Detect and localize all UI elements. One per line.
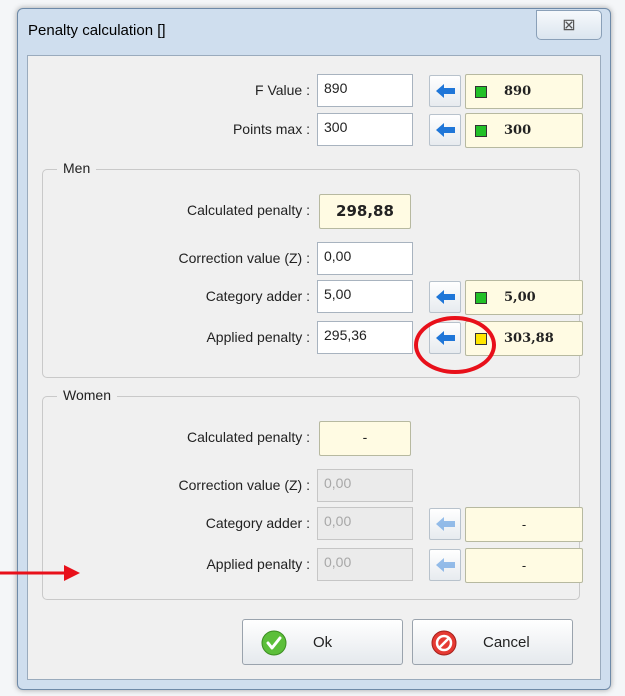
no-entry-icon	[431, 630, 457, 656]
women-applied-row: Applied penalty : 0,00 -	[28, 548, 602, 583]
points-max-copy-button[interactable]	[429, 114, 461, 146]
f-value-result: 890	[465, 74, 583, 109]
ok-button[interactable]: Ok	[242, 619, 403, 665]
status-indicator-green	[475, 292, 487, 304]
f-value-result-text: 890	[504, 84, 532, 99]
women-calculated-row: Calculated penalty : -	[28, 421, 602, 456]
men-category-adder-copy-button[interactable]	[429, 281, 461, 313]
dialog-title: Penalty calculation []	[28, 22, 166, 39]
f-value-copy-button[interactable]	[429, 75, 461, 107]
highlight-circle-annotation	[414, 316, 496, 374]
men-calculated-row: Calculated penalty : 298,88	[28, 194, 602, 229]
status-indicator-green	[475, 86, 487, 98]
close-button[interactable]: ⊠	[536, 10, 602, 40]
points-max-row: Points max : 300 300	[28, 113, 602, 148]
men-correction-label: Correction value (Z) :	[178, 250, 310, 266]
points-max-result: 300	[465, 113, 583, 148]
check-circle-icon	[261, 630, 287, 656]
women-applied-result-text: -	[521, 558, 527, 573]
arrow-left-icon	[436, 84, 455, 98]
men-correction-row: Correction value (Z) : 0,00	[28, 242, 602, 276]
women-group-title: Women	[57, 387, 117, 403]
f-value-input[interactable]: 890	[317, 74, 413, 107]
arrow-left-icon	[436, 123, 455, 137]
men-group-title: Men	[57, 160, 97, 176]
red-arrow-annotation	[0, 565, 80, 581]
women-category-adder-label: Category adder :	[205, 515, 310, 531]
men-calculated-value: 298,88	[319, 194, 411, 229]
men-applied-input[interactable]: 295,36	[317, 321, 413, 354]
women-correction-input: 0,00	[317, 469, 413, 502]
points-max-label: Points max :	[232, 121, 310, 137]
dialog-client: F Value : 890 890 Points max : 300 300 M…	[27, 55, 601, 680]
men-category-adder-input[interactable]: 5,00	[317, 280, 413, 313]
women-category-adder-result-text: -	[521, 517, 527, 532]
women-category-adder-result: -	[465, 507, 583, 542]
women-category-adder-row: Category adder : 0,00 -	[28, 507, 602, 542]
women-applied-label: Applied penalty :	[206, 556, 310, 572]
men-applied-label: Applied penalty :	[206, 329, 310, 345]
ok-button-label: Ok	[313, 634, 333, 651]
close-icon: ⊠	[562, 17, 576, 34]
women-applied-input: 0,00	[317, 548, 413, 581]
title-bar: Penalty calculation [] ⊠	[18, 9, 610, 55]
women-category-adder-input: 0,00	[317, 507, 413, 540]
points-max-input[interactable]: 300	[317, 113, 413, 146]
arrow-left-icon	[436, 290, 455, 304]
women-category-adder-copy-button	[429, 508, 461, 540]
women-correction-label: Correction value (Z) :	[178, 477, 310, 493]
cancel-button-label: Cancel	[483, 634, 530, 651]
men-category-adder-result-text: 5,00	[504, 290, 536, 305]
women-applied-result: -	[465, 548, 583, 583]
penalty-dialog: Penalty calculation [] ⊠ F Value : 890 8…	[17, 8, 611, 690]
cancel-button[interactable]: Cancel	[412, 619, 573, 665]
men-category-adder-row: Category adder : 5,00 5,00	[28, 280, 602, 315]
men-category-adder-result: 5,00	[465, 280, 583, 315]
arrow-left-icon	[436, 558, 455, 572]
women-applied-copy-button	[429, 549, 461, 581]
men-applied-row: Applied penalty : 295,36 303,88	[28, 321, 602, 356]
women-correction-row: Correction value (Z) : 0,00	[28, 469, 602, 503]
f-value-row: F Value : 890 890	[28, 74, 602, 109]
f-value-label: F Value :	[255, 82, 310, 98]
men-correction-input[interactable]: 0,00	[317, 242, 413, 275]
women-calculated-value: -	[319, 421, 411, 456]
men-category-adder-label: Category adder :	[205, 288, 310, 304]
arrow-left-icon	[436, 517, 455, 531]
status-indicator-green	[475, 125, 487, 137]
points-max-result-text: 300	[504, 123, 532, 138]
men-applied-result-text: 303,88	[504, 331, 554, 346]
women-calculated-label: Calculated penalty :	[187, 429, 310, 445]
men-calculated-label: Calculated penalty :	[187, 202, 310, 218]
